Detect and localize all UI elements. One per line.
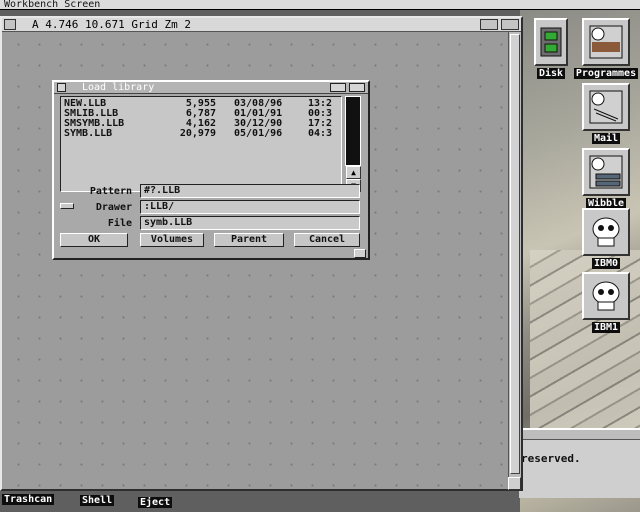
close-gadget-icon[interactable] xyxy=(57,83,66,92)
scroll-up-arrow-icon[interactable]: ▲ xyxy=(346,166,361,179)
depth-gadget-icon[interactable] xyxy=(349,83,365,92)
file-list[interactable]: NEW.LLB 5,955 03/08/96 13:2 SMLIB.LLB 6,787 01… xyxy=(60,96,342,192)
file-list-row[interactable]: SYMB.LLB 20,979 05/01/96 04:3 xyxy=(64,129,340,139)
ibm0-icon-item[interactable]: IBM0 xyxy=(572,208,640,269)
pattern-label: Pattern xyxy=(89,186,132,197)
drawer-icon xyxy=(582,83,630,131)
resize-gadget-icon[interactable] xyxy=(354,249,366,258)
vertical-scrollbar[interactable] xyxy=(508,32,521,477)
file-date: 05/01/96 xyxy=(234,128,283,139)
ok-button[interactable]: OK xyxy=(60,233,128,247)
file-label: File xyxy=(107,218,132,229)
shell-icon[interactable]: Shell xyxy=(80,495,115,506)
programmes-icon-item[interactable]: Programmes xyxy=(572,18,640,79)
load-library-requester[interactable]: Load library NEW.LLB 5,955 03/08/96 13:2 SML… xyxy=(52,80,370,260)
drawer-toggle-icon[interactable] xyxy=(60,203,74,209)
drawer-icon xyxy=(582,18,630,66)
depth-gadget-icon[interactable] xyxy=(501,19,519,30)
screen-title: Workbench Screen xyxy=(4,0,101,10)
shell-output-text: reserved. xyxy=(521,452,581,465)
file-time: 04:3 xyxy=(308,128,333,139)
disk-icon-label: Disk xyxy=(536,68,566,79)
disk-icon xyxy=(534,18,568,66)
skull-icon xyxy=(582,272,630,320)
drawer-field[interactable]: :LLB/ xyxy=(140,200,360,214)
close-gadget-icon[interactable] xyxy=(4,19,16,30)
editor-status: A 4.746 10.671 Grid Zm 2 xyxy=(32,18,191,31)
ibm1-icon-label: IBM1 xyxy=(591,322,621,333)
shell-window[interactable]: reserved. xyxy=(519,428,640,498)
mail-icon-label: Mail xyxy=(591,133,621,144)
shell-title-bar[interactable] xyxy=(519,430,640,440)
ibm0-icon-label: IBM0 xyxy=(591,258,621,269)
file-name: SYMB.LLB xyxy=(64,128,113,139)
requester-title: Load library xyxy=(82,82,155,93)
wibble-icon-item[interactable]: Wibble xyxy=(572,148,640,209)
trashcan-icon[interactable]: Trashcan xyxy=(2,494,55,505)
skull-icon xyxy=(582,208,630,256)
drawer-icon xyxy=(582,148,630,196)
eject-icon[interactable]: Eject xyxy=(138,497,173,508)
file-size: 20,979 xyxy=(179,128,216,139)
vertical-scroll-knob[interactable] xyxy=(510,34,520,474)
file-field[interactable]: symb.LLB xyxy=(140,216,360,230)
pattern-field[interactable]: #?.LLB xyxy=(140,184,360,198)
requester-title-bar[interactable]: Load library xyxy=(54,82,368,94)
resize-gadget-icon[interactable] xyxy=(508,477,521,490)
ibm1-icon-item[interactable]: IBM1 xyxy=(572,272,640,333)
drawer-label: Drawer xyxy=(95,202,132,213)
programmes-icon-label: Programmes xyxy=(573,68,639,79)
screen-title-bar: Workbench Screen xyxy=(0,0,640,10)
zoom-gadget-icon[interactable] xyxy=(330,83,346,92)
parent-button[interactable]: Parent xyxy=(214,233,284,247)
mail-icon-item[interactable]: Mail xyxy=(572,83,640,144)
zoom-gadget-icon[interactable] xyxy=(480,19,498,30)
file-list-scrollbar[interactable] xyxy=(345,96,361,166)
screen-gadgets xyxy=(568,0,638,10)
editor-title-bar[interactable]: A 4.746 10.671 Grid Zm 2 xyxy=(2,18,521,32)
volumes-button[interactable]: Volumes xyxy=(140,233,204,247)
cancel-button[interactable]: Cancel xyxy=(294,233,360,247)
